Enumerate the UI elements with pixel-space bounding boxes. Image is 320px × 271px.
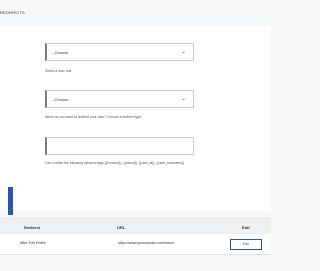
accent-bar (8, 187, 13, 215)
row-redirect-cell: After Edit Profile (20, 241, 46, 245)
redirect-type-help: When do you want to redirect your user? … (45, 115, 143, 119)
redirect-type-select[interactable]: --Choose ⌄ (45, 90, 194, 108)
section-title: REDIRECTS (0, 10, 25, 15)
redirect-type-select-value: --Choose (52, 97, 69, 102)
redirect-url-input[interactable] (45, 137, 194, 155)
chevron-down-icon: ⌄ (180, 49, 186, 55)
redirect-url-help: Can contain the following dynamic tags:{… (45, 161, 185, 165)
column-header-edit: Edit (242, 225, 250, 230)
chevron-down-icon: ⌄ (180, 96, 186, 102)
row-url-cell: https://www.yourdomain.com/forum (118, 241, 175, 245)
column-header-url: URL (117, 225, 126, 230)
edit-button[interactable]: Edit (230, 239, 262, 250)
column-header-redirect: Redirect (24, 225, 41, 230)
redirect-form-panel: --Choose ⌄ Select a user role. --Choose … (0, 26, 271, 211)
user-role-help: Select a user role. (45, 69, 73, 73)
user-role-select-value: --Choose (52, 50, 69, 55)
user-role-select[interactable]: --Choose ⌄ (45, 43, 194, 61)
table-row: After Edit Profile https://www.yourdomai… (0, 234, 271, 255)
